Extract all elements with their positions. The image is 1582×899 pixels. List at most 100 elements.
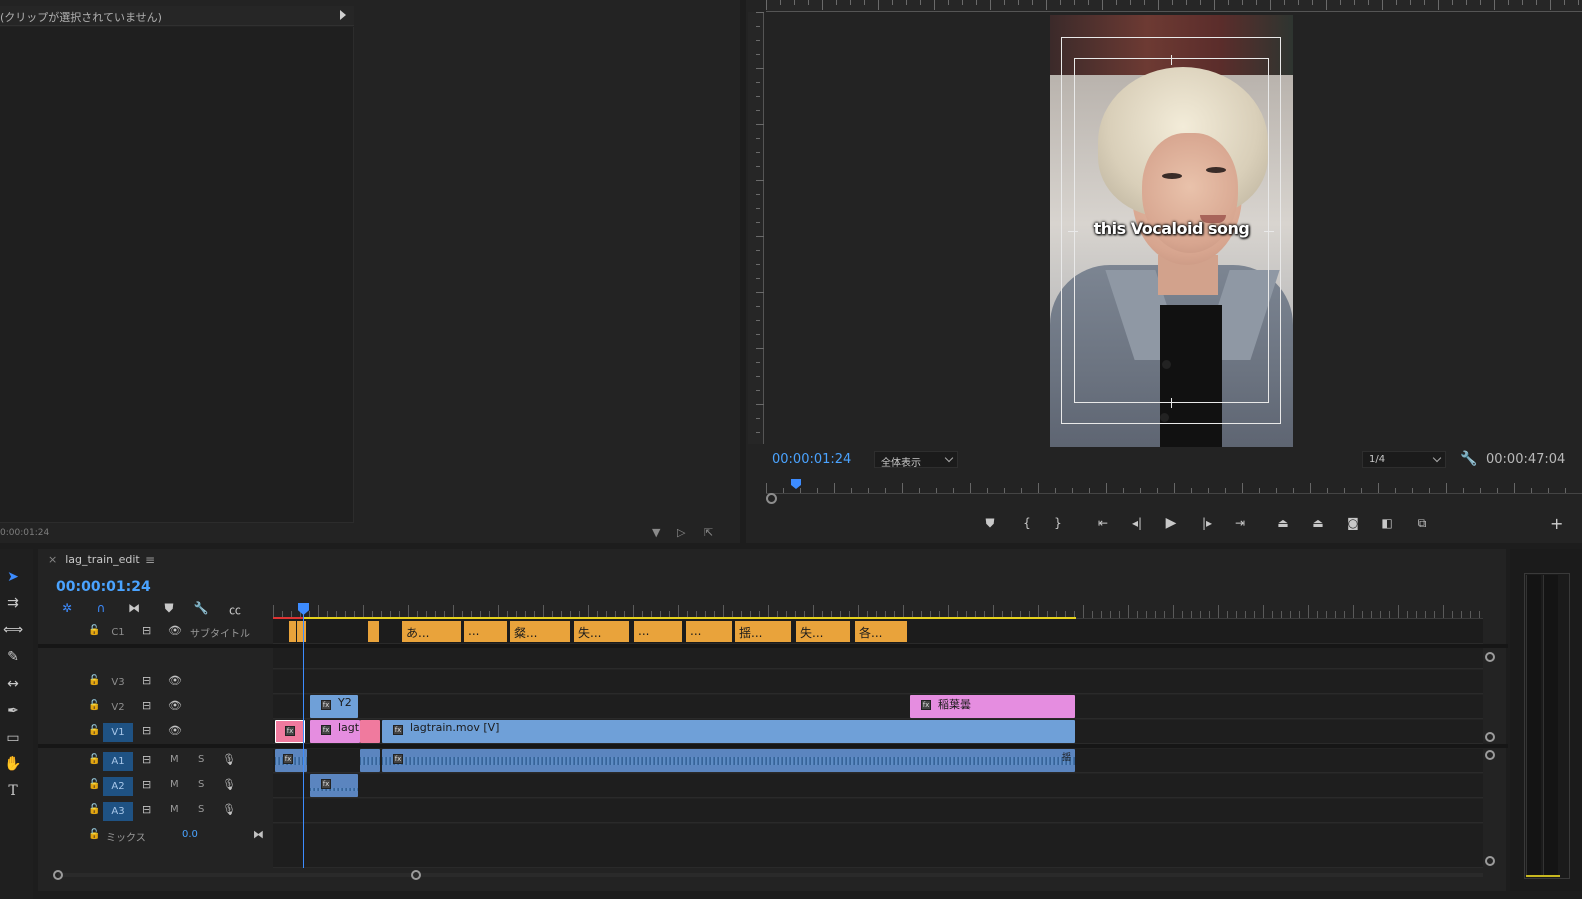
- button-editor-plus-icon[interactable]: +: [1550, 514, 1563, 533]
- subtitle-clip[interactable]: 揺...: [735, 621, 792, 642]
- linked-selection-icon[interactable]: ⧓: [125, 601, 143, 617]
- go-to-end-icon[interactable]: ⧓: [253, 828, 264, 841]
- scroll-end-handle[interactable]: [411, 870, 421, 880]
- video-clip[interactable]: [360, 720, 380, 743]
- eye-icon[interactable]: 👁: [168, 724, 182, 737]
- selection-tool-icon[interactable]: ➤: [3, 567, 23, 587]
- track-header-a3[interactable]: 🔓 A3 ⊟ M S 🎙: [38, 799, 273, 823]
- track-name[interactable]: C1: [103, 623, 133, 642]
- track-header-v3[interactable]: 🔓 V3 ⊟ 👁: [38, 670, 273, 694]
- step-back-icon[interactable]: ◂|: [1127, 514, 1147, 532]
- play-audio-icon[interactable]: ▷: [677, 526, 691, 539]
- lock-icon[interactable]: 🔓: [88, 829, 100, 841]
- vscroll-top-handle[interactable]: [1485, 652, 1495, 662]
- zoom-handle[interactable]: [766, 493, 777, 504]
- captions-icon[interactable]: ㏄: [226, 601, 244, 617]
- track-name[interactable]: A3: [103, 802, 133, 821]
- solo-button[interactable]: S: [198, 804, 204, 815]
- extract-icon[interactable]: ⏏: [1308, 514, 1328, 532]
- close-icon[interactable]: ×: [48, 553, 57, 566]
- scroll-start-handle[interactable]: [53, 870, 63, 880]
- track-header-v1[interactable]: 🔓 V1 ⊟ 👁: [38, 720, 273, 744]
- video-caption[interactable]: this Vocaloid song: [1050, 219, 1293, 238]
- effect-controls-header[interactable]: (クリップが選択されていません): [0, 6, 354, 26]
- mark-in-icon[interactable]: {: [1017, 514, 1037, 532]
- type-tool-icon[interactable]: T: [3, 781, 23, 801]
- add-marker-icon[interactable]: ⛊: [160, 601, 178, 617]
- subtitle-clip[interactable]: [289, 621, 297, 642]
- play-icon[interactable]: ▶: [1161, 514, 1181, 532]
- comparison-view-icon[interactable]: ◧: [1377, 514, 1397, 532]
- track-header-a2[interactable]: 🔓 A2 ⊟ M S 🎙: [38, 774, 273, 798]
- audio-clip[interactable]: fx 揺: [382, 749, 1075, 772]
- subtitle-clip[interactable]: ...: [464, 621, 508, 642]
- lock-icon[interactable]: 🔓: [88, 700, 100, 712]
- eye-icon[interactable]: 👁: [168, 699, 182, 712]
- eye-icon[interactable]: 👁: [168, 624, 182, 637]
- video-clip[interactable]: fx lagtrain.mov [V]: [382, 720, 1075, 743]
- go-to-in-icon[interactable]: ⇤: [1093, 514, 1113, 532]
- track-lane-v3[interactable]: [273, 670, 1483, 694]
- lock-icon[interactable]: 🔓: [88, 675, 100, 687]
- lock-icon[interactable]: 🔓: [88, 754, 100, 766]
- track-name[interactable]: V3: [103, 673, 133, 692]
- track-lane-a2[interactable]: [273, 774, 1483, 798]
- panel-menu-icon[interactable]: ≡: [145, 553, 155, 567]
- sync-lock-icon[interactable]: ⊟: [142, 624, 151, 637]
- sync-lock-icon[interactable]: ⊟: [142, 778, 151, 791]
- subtitle-clip[interactable]: 失...: [574, 621, 630, 642]
- track-lane-v2[interactable]: [273, 695, 1483, 719]
- video-clip[interactable]: fx lagt: [310, 720, 360, 743]
- microphone-icon[interactable]: 🎙: [222, 753, 236, 766]
- track-divider[interactable]: [38, 744, 1508, 748]
- track-lane-mix[interactable]: [273, 824, 1483, 868]
- sync-lock-icon[interactable]: ⊟: [142, 724, 151, 737]
- fit-select[interactable]: 全体表示: [874, 451, 958, 469]
- track-header-v2[interactable]: 🔓 V2 ⊟ 👁: [38, 695, 273, 719]
- mark-out-icon[interactable]: }: [1048, 514, 1068, 532]
- lock-icon[interactable]: 🔓: [88, 725, 100, 737]
- step-forward-icon[interactable]: |▸: [1197, 514, 1217, 532]
- add-marker-icon[interactable]: ⛊: [980, 514, 1000, 532]
- mute-button[interactable]: M: [170, 754, 179, 765]
- lift-icon[interactable]: ⏏: [1273, 514, 1293, 532]
- track-lane-a3[interactable]: [273, 799, 1483, 823]
- sync-lock-icon[interactable]: ⊟: [142, 699, 151, 712]
- timeline-settings-icon[interactable]: 🔧: [192, 601, 210, 617]
- track-header-a1[interactable]: 🔓 A1 ⊟ M S 🎙: [38, 749, 273, 773]
- microphone-icon[interactable]: 🎙: [222, 778, 236, 791]
- mute-button[interactable]: M: [170, 779, 179, 790]
- mix-volume[interactable]: 0.0: [182, 829, 198, 840]
- audio-clip[interactable]: [360, 749, 380, 772]
- track-name[interactable]: A1: [103, 752, 133, 771]
- track-header-c1[interactable]: 🔓 C1 ⊟ 👁 サブタイトル: [38, 620, 273, 644]
- ripple-edit-icon[interactable]: ⟺: [3, 620, 23, 640]
- audio-vscroll-bottom-handle[interactable]: [1485, 856, 1495, 866]
- resolution-select[interactable]: 1/4: [1362, 451, 1446, 468]
- track-name[interactable]: V2: [103, 698, 133, 717]
- lock-icon[interactable]: 🔓: [88, 779, 100, 791]
- lock-icon[interactable]: 🔓: [88, 804, 100, 816]
- subtitle-clip[interactable]: ...: [686, 621, 733, 642]
- subtitle-clip[interactable]: 失...: [796, 621, 851, 642]
- timeline-tab[interactable]: × lag_train_edit: [48, 553, 140, 566]
- expand-arrow-icon[interactable]: [340, 10, 346, 20]
- track-name[interactable]: V1: [103, 723, 133, 742]
- program-timecode[interactable]: 00:00:01:24: [772, 452, 851, 467]
- video-frame[interactable]: this Vocaloid song: [1050, 15, 1293, 447]
- video-clip[interactable]: fx: [275, 720, 305, 743]
- video-clip[interactable]: fx Y2: [310, 695, 358, 718]
- audio-vscroll-top-handle[interactable]: [1485, 750, 1495, 760]
- export-icon[interactable]: ⇱: [704, 526, 718, 539]
- mute-button[interactable]: M: [170, 804, 179, 815]
- subtitle-clip[interactable]: [368, 621, 380, 642]
- subtitle-clip[interactable]: ...: [634, 621, 683, 642]
- sync-lock-icon[interactable]: ⊟: [142, 803, 151, 816]
- razor-icon[interactable]: ✎: [3, 647, 23, 667]
- nest-toggle-icon[interactable]: ✲: [58, 601, 76, 617]
- track-header-mix[interactable]: 🔓 ミックス 0.0 ⧓: [38, 824, 273, 848]
- go-to-out-icon[interactable]: ⇥: [1230, 514, 1250, 532]
- settings-wrench-icon[interactable]: 🔧: [1460, 451, 1477, 467]
- program-scrub-ruler[interactable]: [766, 478, 1582, 494]
- hand-icon[interactable]: ✋: [3, 754, 23, 774]
